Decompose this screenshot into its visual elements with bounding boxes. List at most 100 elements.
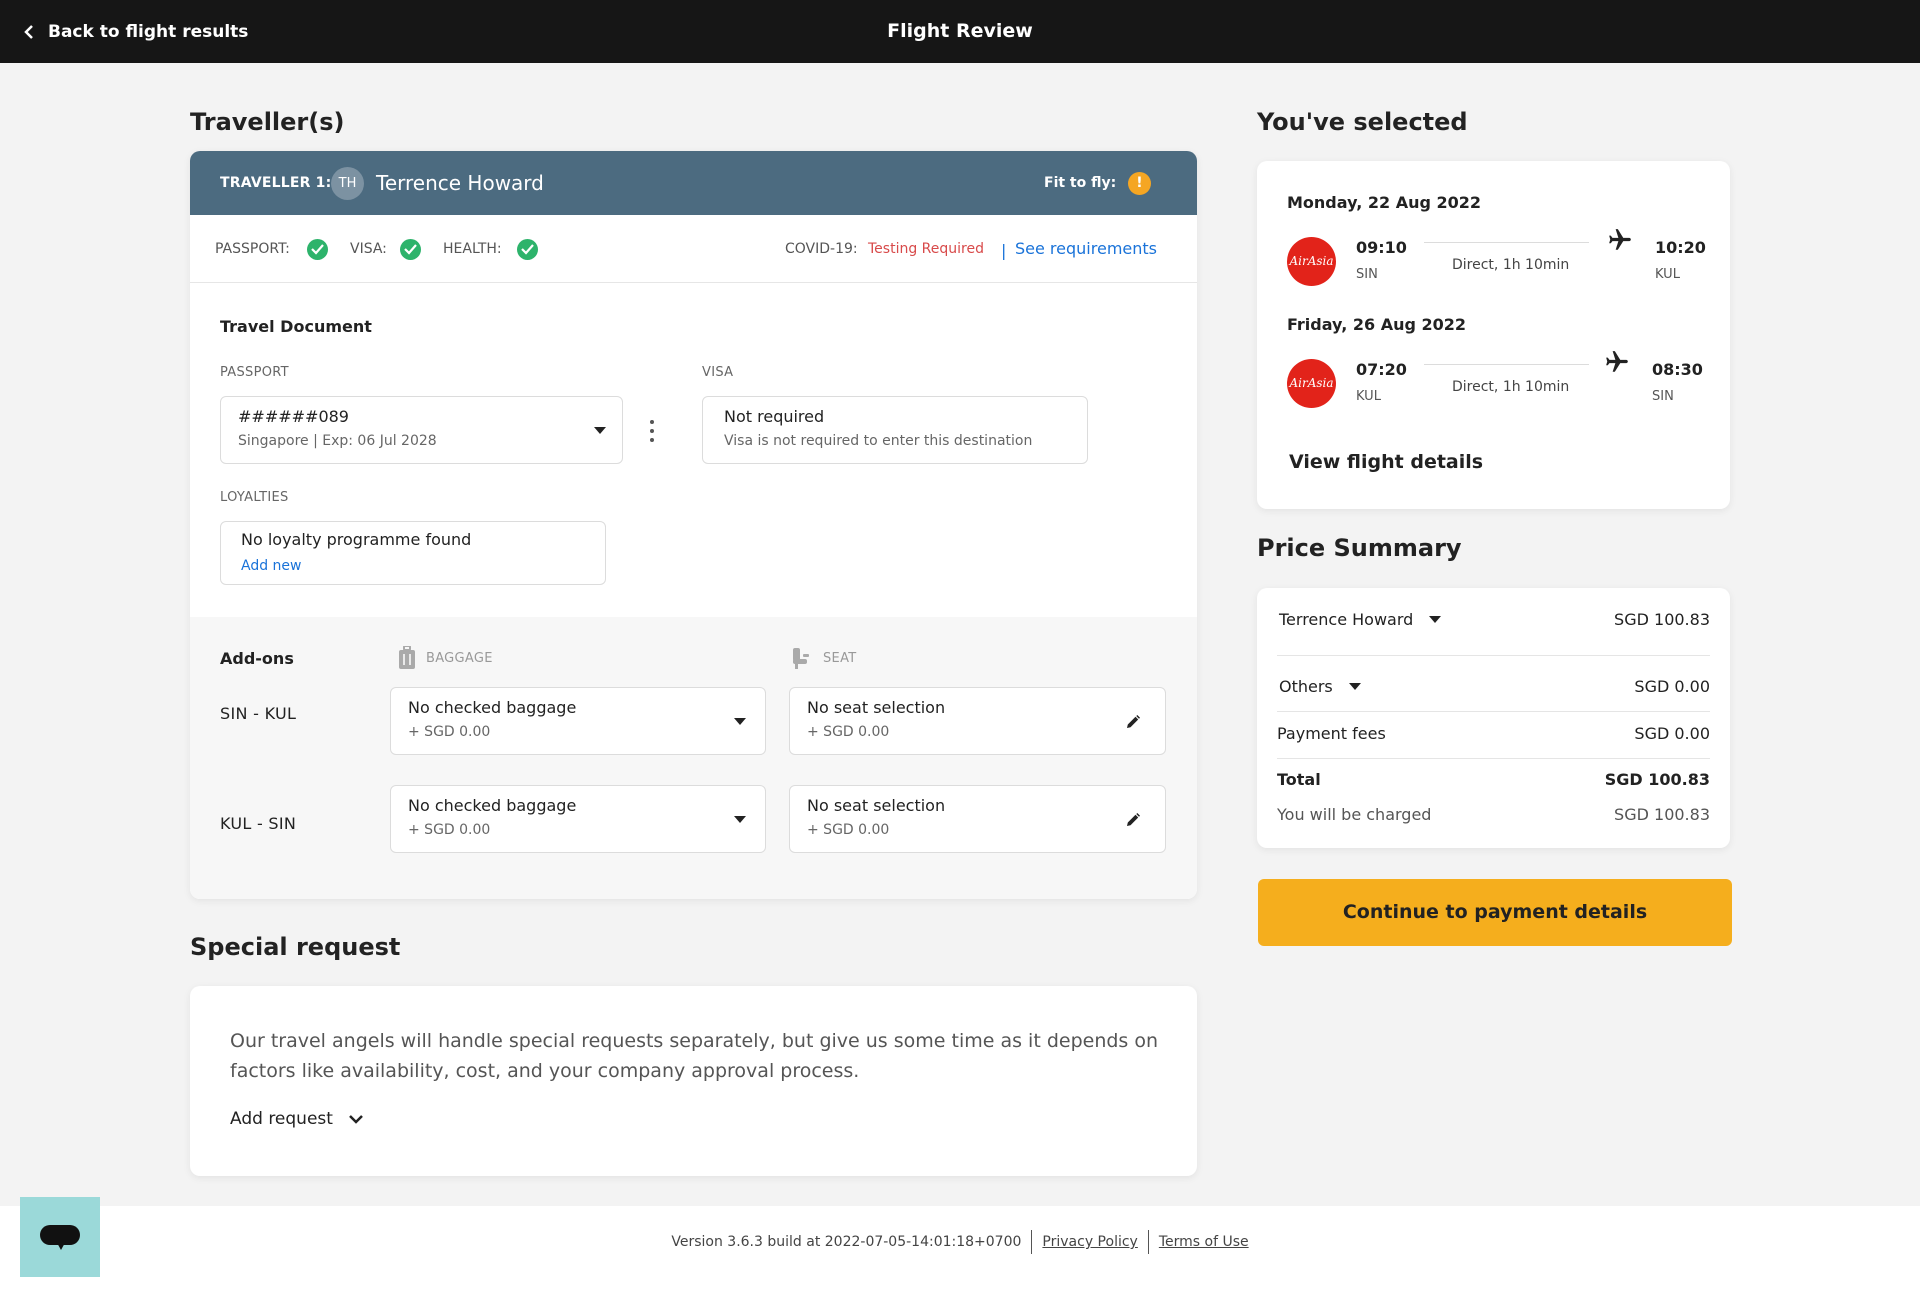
continue-to-payment-button[interactable]: Continue to payment details — [1258, 879, 1732, 946]
selected-flights-card: Monday, 22 Aug 2022 AirAsia 09:10 SIN Di… — [1257, 161, 1730, 509]
selected-heading: You've selected — [1257, 108, 1468, 136]
warning-icon[interactable]: ! — [1128, 172, 1151, 195]
passport-label: PASSPORT — [220, 365, 289, 380]
more-options-icon[interactable] — [649, 420, 655, 442]
travellers-heading: Traveller(s) — [190, 108, 345, 136]
baggage-select[interactable]: No checked baggage + SGD 0.00 — [390, 785, 766, 853]
passport-number: ######089 — [238, 407, 349, 426]
view-flight-details-link[interactable]: View flight details — [1289, 451, 1483, 473]
covid-label: COVID-19: — [785, 241, 858, 257]
arrival-airport: SIN — [1652, 389, 1674, 404]
charged-amount: SGD 100.83 — [1614, 805, 1710, 824]
special-request-heading: Special request — [190, 933, 401, 961]
caret-down-icon — [734, 816, 746, 823]
page-title: Flight Review — [887, 20, 1033, 42]
price-summary-card: Terrence Howard SGD 100.83 Others SGD 0.… — [1257, 588, 1730, 848]
loyalty-value: No loyalty programme found — [241, 530, 472, 549]
visa-check-label: VISA: — [350, 241, 387, 257]
visa-detail: Visa is not required to enter this desti… — [724, 433, 1033, 449]
seat-icon — [793, 648, 809, 669]
chevron-down-icon — [349, 1114, 363, 1124]
arrival-time: 10:20 — [1655, 238, 1706, 257]
visa-value: Not required — [724, 407, 825, 426]
avatar: TH — [331, 167, 364, 200]
add-request-button[interactable]: Add request — [230, 1109, 363, 1129]
airplane-icon — [1609, 229, 1631, 250]
travel-document-title: Travel Document — [220, 317, 372, 336]
chat-widget-button[interactable] — [20, 1197, 100, 1277]
baggage-value: No checked baggage — [408, 698, 577, 717]
addons-section: Add-ons BAGGAGE SEAT SIN - KUL No checke… — [190, 617, 1197, 899]
traveller-number-label: TRAVELLER 1: — [220, 175, 332, 191]
seat-select[interactable]: No seat selection + SGD 0.00 — [789, 687, 1166, 755]
add-loyalty-link[interactable]: Add new — [241, 558, 302, 574]
passport-check-label: PASSPORT: — [215, 241, 290, 257]
seat-select[interactable]: No seat selection + SGD 0.00 — [789, 785, 1166, 853]
baggage-price: + SGD 0.00 — [408, 822, 491, 838]
seat-value: No seat selection — [807, 698, 946, 717]
divider — [1277, 758, 1710, 759]
terms-of-use-link[interactable]: Terms of Use — [1159, 1234, 1249, 1250]
departure-airport: KUL — [1356, 389, 1381, 404]
add-request-label: Add request — [230, 1109, 333, 1129]
flight-date: Friday, 26 Aug 2022 — [1287, 315, 1467, 334]
back-to-results-link[interactable]: Back to flight results — [24, 0, 248, 63]
see-requirements-link[interactable]: See requirements — [1015, 239, 1157, 258]
privacy-policy-link[interactable]: Privacy Policy — [1042, 1234, 1137, 1250]
loyalty-field: No loyalty programme found Add new — [220, 521, 606, 585]
seat-price: + SGD 0.00 — [807, 822, 890, 838]
divider — [1031, 1230, 1033, 1254]
seat-price: + SGD 0.00 — [807, 724, 890, 740]
flight-duration: Direct, 1h 10min — [1452, 257, 1570, 273]
divider: | — [1001, 241, 1007, 260]
visa-field: Not required Visa is not required to ent… — [702, 396, 1088, 464]
document-checks: PASSPORT: VISA: HEALTH: COVID-19: Testin… — [190, 215, 1197, 283]
edit-icon[interactable] — [1125, 714, 1141, 730]
traveller-price-label: Terrence Howard — [1279, 610, 1414, 629]
flight-line — [1424, 242, 1589, 243]
baggage-icon — [399, 646, 415, 669]
divider — [1277, 655, 1710, 656]
check-circle-icon — [400, 239, 421, 260]
version-text: Version 3.6.3 build at 2022-07-05-14:01:… — [671, 1234, 1022, 1250]
fit-to-fly-label: Fit to fly: — [1044, 175, 1117, 191]
traveller-price-amount: SGD 100.83 — [1614, 610, 1710, 629]
chat-bubble-tail — [56, 1241, 66, 1250]
total-label: Total — [1277, 770, 1321, 789]
divider — [1277, 711, 1710, 712]
visa-label: VISA — [702, 365, 734, 380]
flight-line — [1424, 364, 1589, 365]
departure-time: 07:20 — [1356, 360, 1407, 379]
baggage-value: No checked baggage — [408, 796, 577, 815]
route-label: SIN - KUL — [220, 704, 297, 723]
covid-status: Testing Required — [868, 241, 984, 257]
caret-down-icon — [1429, 616, 1442, 623]
seat-value: No seat selection — [807, 796, 946, 815]
payment-fees-amount: SGD 0.00 — [1634, 724, 1710, 743]
price-summary-heading: Price Summary — [1257, 534, 1462, 562]
others-amount: SGD 0.00 — [1634, 677, 1710, 696]
edit-icon[interactable] — [1125, 812, 1141, 828]
flight-date: Monday, 22 Aug 2022 — [1287, 193, 1482, 212]
others-label: Others — [1279, 677, 1333, 696]
baggage-column-label: BAGGAGE — [426, 651, 493, 666]
caret-down-icon — [734, 718, 746, 725]
back-label: Back to flight results — [48, 21, 249, 42]
check-circle-icon — [517, 239, 538, 260]
airline-logo: AirAsia — [1287, 237, 1336, 286]
passport-select[interactable]: ######089 Singapore | Exp: 06 Jul 2028 — [220, 396, 623, 464]
arrival-time: 08:30 — [1652, 360, 1703, 379]
check-circle-icon — [307, 239, 328, 260]
footer-row: Version 3.6.3 build at 2022-07-05-14:01:… — [0, 1230, 1920, 1254]
flight-duration: Direct, 1h 10min — [1452, 379, 1570, 395]
baggage-select[interactable]: No checked baggage + SGD 0.00 — [390, 687, 766, 755]
others-toggle[interactable]: Others — [1279, 677, 1361, 696]
divider — [1147, 1230, 1149, 1254]
traveller-header: TRAVELLER 1: TH Terrence Howard Fit to f… — [190, 151, 1197, 215]
airplane-icon — [1606, 351, 1628, 372]
payment-fees-label: Payment fees — [1277, 724, 1386, 743]
special-request-card: Our travel angels will handle special re… — [190, 986, 1197, 1176]
passport-detail: Singapore | Exp: 06 Jul 2028 — [238, 433, 437, 449]
traveller-price-toggle[interactable]: Terrence Howard — [1279, 610, 1442, 629]
traveller-name: Terrence Howard — [376, 171, 544, 195]
